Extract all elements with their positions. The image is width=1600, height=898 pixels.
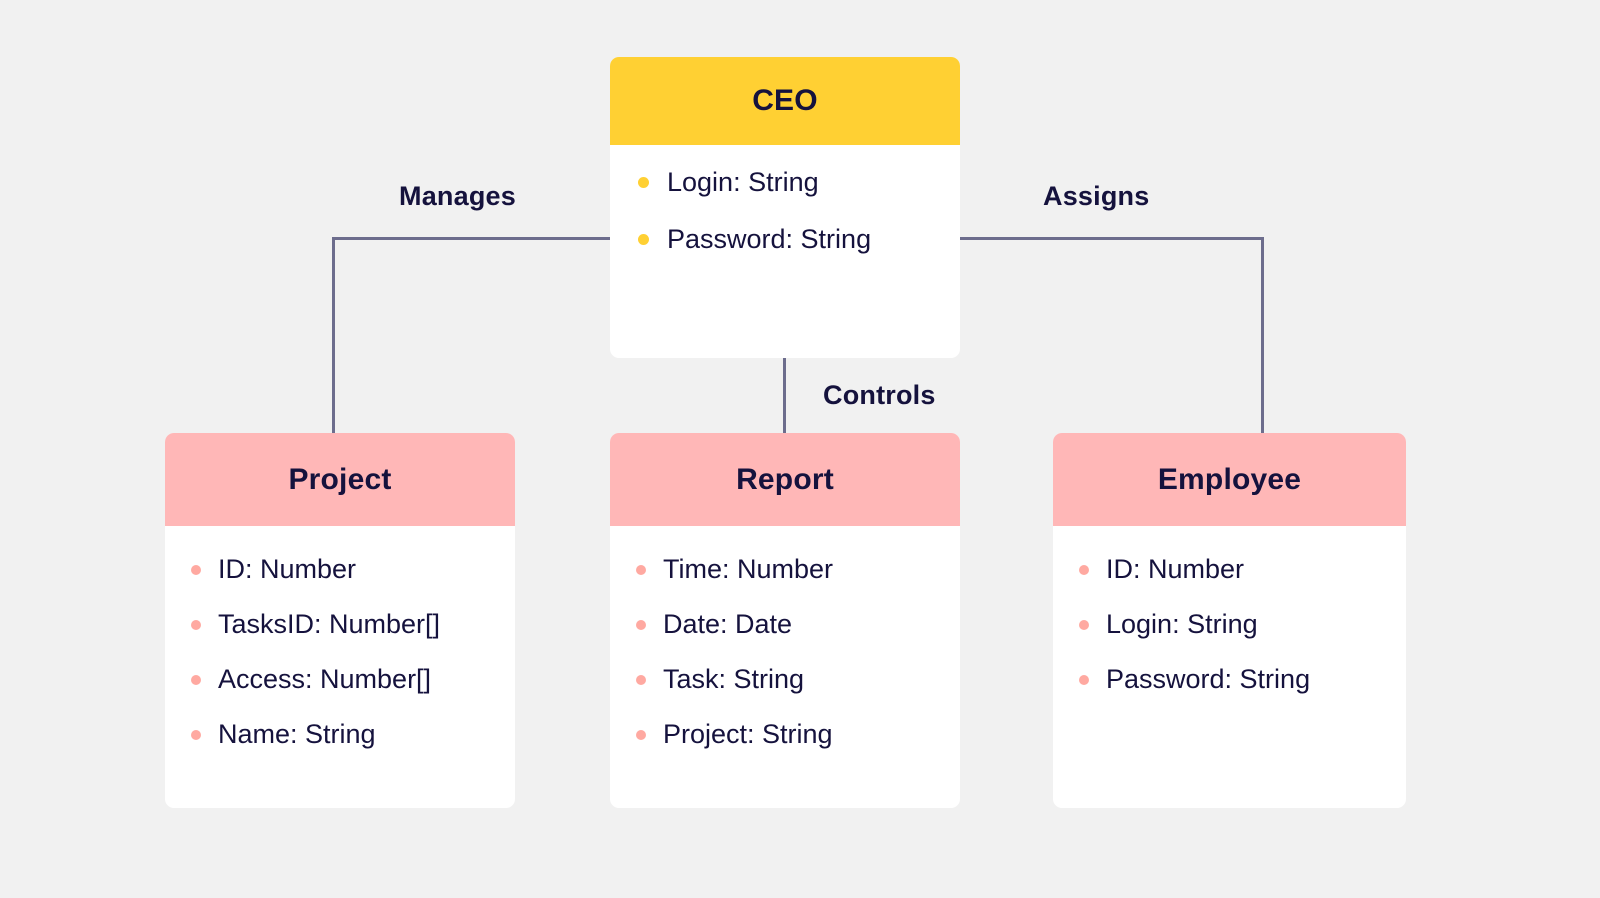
attribute-label: Project: String — [663, 719, 833, 749]
connector-manages-vertical — [332, 237, 335, 435]
class-node-report-attribute-list: Time: Number Date: Date Task: String Pro… — [636, 556, 960, 748]
attribute-row: Name: String — [191, 721, 515, 748]
bullet-icon — [1079, 674, 1089, 685]
attribute-label: Password: String — [1106, 664, 1311, 694]
class-node-ceo[interactable]: CEO Login: String Password: String — [610, 57, 960, 358]
bullet-icon — [638, 177, 649, 188]
attribute-row: Login: String — [1079, 611, 1406, 638]
connector-controls-vertical — [783, 356, 786, 435]
bullet-icon — [636, 674, 646, 685]
attribute-label: ID: Number — [218, 554, 357, 584]
edge-label-controls: Controls — [823, 380, 936, 410]
bullet-icon — [636, 619, 646, 630]
attribute-label: Name: String — [218, 719, 376, 749]
class-node-project-header: Project — [165, 433, 515, 526]
class-node-report-title: Report — [736, 462, 834, 496]
class-node-ceo-body: Login: String Password: String — [610, 145, 960, 253]
attribute-row: ID: Number — [1079, 556, 1406, 583]
bullet-icon — [191, 564, 201, 575]
attribute-row: Time: Number — [636, 556, 960, 583]
class-node-project-title: Project — [288, 462, 392, 496]
bullet-icon — [191, 729, 201, 740]
diagram-canvas: Manages Controls Assigns CEO Login: Stri… — [0, 0, 1600, 898]
bullet-icon — [191, 619, 201, 630]
edge-label-manages: Manages — [399, 181, 516, 211]
attribute-row: Password: String — [1079, 666, 1406, 693]
attribute-label: Login: String — [1106, 609, 1258, 639]
class-node-ceo-header: CEO — [610, 57, 960, 145]
attribute-label: Access: Number[] — [218, 664, 432, 694]
attribute-row: Project: String — [636, 721, 960, 748]
class-node-report-body: Time: Number Date: Date Task: String Pro… — [610, 526, 960, 748]
class-node-employee-header: Employee — [1053, 433, 1406, 526]
attribute-row: Date: Date — [636, 611, 960, 638]
class-node-ceo-attribute-list: Login: String Password: String — [638, 169, 960, 253]
bullet-icon — [1079, 564, 1089, 575]
attribute-row: Login: String — [638, 169, 960, 196]
connector-assigns-horizontal — [958, 237, 1264, 240]
class-node-employee[interactable]: Employee ID: Number Login: String Passwo… — [1053, 433, 1406, 808]
connector-assigns-vertical — [1261, 237, 1264, 435]
class-node-report[interactable]: Report Time: Number Date: Date Task: Str… — [610, 433, 960, 808]
attribute-label: Password: String — [667, 224, 872, 254]
attribute-label: Time: Number — [663, 554, 834, 584]
attribute-row: Access: Number[] — [191, 666, 515, 693]
edge-label-assigns: Assigns — [1043, 181, 1150, 211]
class-node-project-attribute-list: ID: Number TasksID: Number[] Access: Num… — [191, 556, 515, 748]
attribute-label: TasksID: Number[] — [218, 609, 441, 639]
bullet-icon — [638, 234, 649, 245]
bullet-icon — [1079, 619, 1089, 630]
attribute-label: Task: String — [663, 664, 805, 694]
bullet-icon — [191, 674, 201, 685]
bullet-icon — [636, 564, 646, 575]
connector-manages-horizontal — [332, 237, 612, 240]
attribute-label: Login: String — [667, 167, 819, 197]
class-node-project-body: ID: Number TasksID: Number[] Access: Num… — [165, 526, 515, 748]
bullet-icon — [636, 729, 646, 740]
attribute-row: Password: String — [638, 226, 960, 253]
attribute-row: Task: String — [636, 666, 960, 693]
attribute-label: Date: Date — [663, 609, 793, 639]
class-node-project[interactable]: Project ID: Number TasksID: Number[] Acc… — [165, 433, 515, 808]
class-node-ceo-title: CEO — [752, 84, 818, 117]
attribute-row: ID: Number — [191, 556, 515, 583]
class-node-report-header: Report — [610, 433, 960, 526]
class-node-employee-body: ID: Number Login: String Password: Strin… — [1053, 526, 1406, 693]
attribute-row: TasksID: Number[] — [191, 611, 515, 638]
class-node-employee-title: Employee — [1157, 462, 1302, 496]
attribute-label: ID: Number — [1106, 554, 1245, 584]
class-node-employee-attribute-list: ID: Number Login: String Password: Strin… — [1079, 556, 1406, 693]
